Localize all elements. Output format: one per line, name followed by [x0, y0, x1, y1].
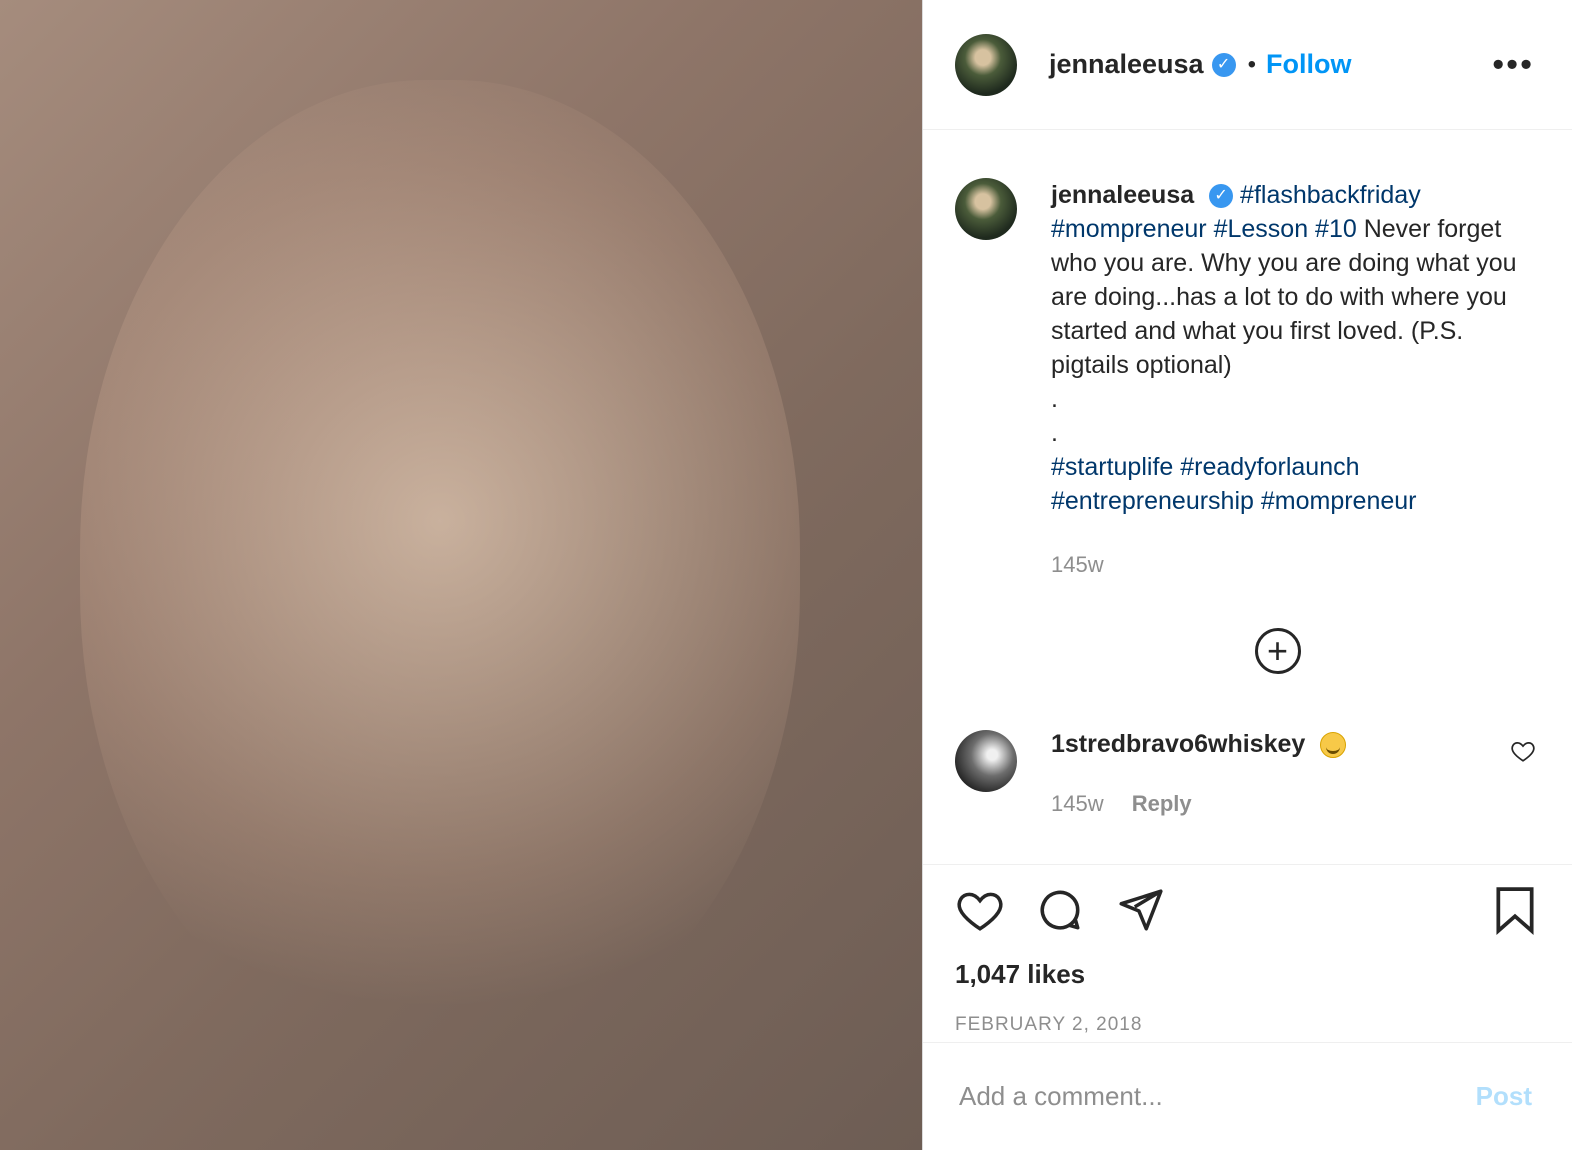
commenter-username[interactable]: 1stredbravo6whiskey — [1051, 730, 1305, 758]
caption-dot-2: . — [1051, 419, 1058, 447]
header-separator: • — [1247, 50, 1256, 78]
comment-body: 1stredbravo6whiskey 145w Reply — [1051, 730, 1347, 817]
follow-button[interactable]: Follow — [1266, 49, 1351, 80]
smiling-emoji-icon — [1320, 732, 1347, 759]
comments-section: jennaleeusa ✓ #flashbackfriday #momprene… — [923, 130, 1572, 860]
instagram-post: jennaleeusa ✓ • Follow ••• jennaleeusa ✓… — [0, 0, 1572, 1150]
bookmark-icon[interactable] — [1490, 885, 1540, 935]
caption-body: jennaleeusa ✓ #flashbackfriday #momprene… — [1051, 178, 1540, 582]
likes-count[interactable]: 1,047 likes — [955, 959, 1540, 990]
comment-icon[interactable] — [1035, 885, 1085, 935]
comment-input[interactable] — [957, 1080, 1470, 1113]
add-comment-bar: Post — [923, 1042, 1572, 1150]
caption-hashtags-3[interactable]: #startuplife #readyforlaunch #entreprene… — [1051, 450, 1540, 518]
author-username[interactable]: jennaleeusa — [1049, 49, 1204, 80]
post-date[interactable]: FEBRUARY 2, 2018 — [955, 1014, 1540, 1036]
heart-icon[interactable] — [955, 885, 1005, 935]
caption-author-avatar[interactable] — [955, 178, 1017, 240]
action-row — [955, 885, 1540, 935]
commenter-avatar[interactable] — [955, 730, 1017, 792]
author-avatar[interactable] — [955, 33, 1017, 96]
comment-meta: 145w Reply — [1051, 791, 1346, 817]
caption-hashtags-1[interactable]: #flashbackfriday — [1240, 181, 1421, 209]
verified-badge-icon: ✓ — [1211, 52, 1236, 77]
post-actions: 1,047 likes FEBRUARY 2, 2018 — [923, 864, 1572, 1042]
comment-item: 1stredbravo6whiskey 145w Reply — [955, 730, 1540, 817]
caption-timestamp[interactable]: 145w — [1051, 548, 1540, 582]
share-icon[interactable] — [1115, 885, 1165, 935]
post-side-panel: jennaleeusa ✓ • Follow ••• jennaleeusa ✓… — [922, 0, 1572, 1150]
caption-hashtags-2[interactable]: #mompreneur #Lesson #10 — [1051, 215, 1357, 243]
post-photo[interactable] — [0, 0, 922, 1150]
plus-circle-icon[interactable]: + — [1254, 628, 1301, 674]
post-comment-button[interactable]: Post — [1470, 1080, 1538, 1113]
more-options-icon[interactable]: ••• — [1486, 44, 1540, 85]
heart-small-icon[interactable] — [1510, 738, 1536, 764]
caption: jennaleeusa ✓ #flashbackfriday #momprene… — [955, 178, 1540, 582]
caption-username[interactable]: jennaleeusa — [1051, 181, 1194, 209]
reply-button[interactable]: Reply — [1132, 791, 1192, 817]
comment-timestamp[interactable]: 145w — [1051, 791, 1104, 816]
photo-highlight — [80, 80, 800, 1060]
post-header: jennaleeusa ✓ • Follow ••• — [923, 0, 1572, 130]
caption-dot-1: . — [1051, 385, 1058, 413]
verified-badge-icon: ✓ — [1209, 184, 1234, 209]
